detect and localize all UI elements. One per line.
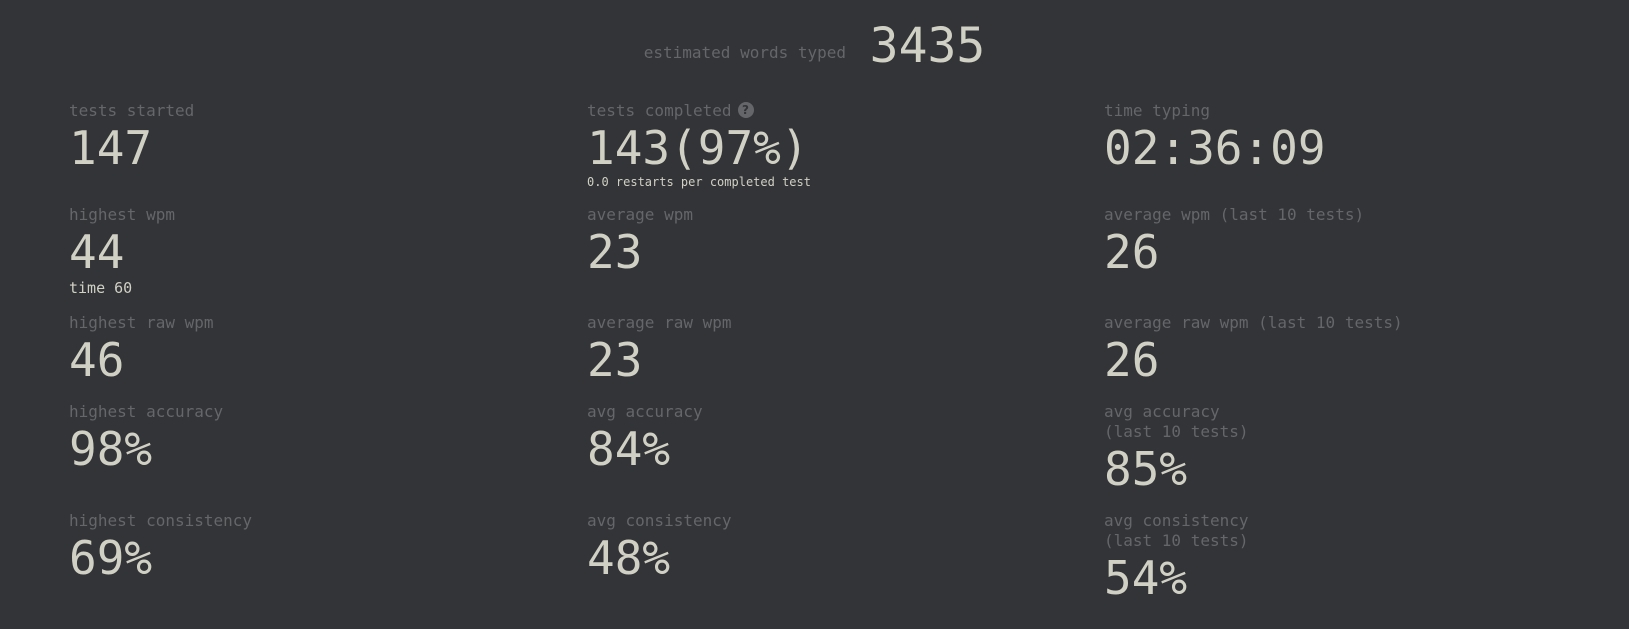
stat-avg-accuracy: avg accuracy 84% <box>587 402 703 476</box>
stat-highest-consistency: highest consistency 69% <box>69 511 252 585</box>
stat-value: 26 <box>1104 333 1160 387</box>
stat-value: 26 <box>1104 225 1160 279</box>
stat-average-raw-wpm-last-10: average raw wpm (last 10 tests) 26 <box>1104 313 1403 387</box>
stat-avg-consistency: avg consistency 48% <box>587 511 732 585</box>
stat-label: highest wpm <box>69 205 175 224</box>
estimated-words-typed-label: estimated words typed <box>643 42 847 62</box>
stat-avg-accuracy-last-10: avg accuracy (last 10 tests) 85% <box>1104 402 1249 496</box>
stat-value: 143(97%) <box>587 121 809 175</box>
stat-tests-completed: tests completed? 143(97%) 0.0 restarts p… <box>587 101 811 189</box>
stat-highest-wpm: highest wpm 44 time 60 <box>69 205 175 297</box>
stat-average-wpm-last-10: average wpm (last 10 tests) 26 <box>1104 205 1364 279</box>
stat-highest-raw-wpm: highest raw wpm 46 <box>69 313 214 387</box>
stat-label: tests started <box>69 101 195 120</box>
stat-label: time typing <box>1104 101 1210 120</box>
stat-value: 54% <box>1104 551 1188 605</box>
stat-value: 02:36:09 <box>1104 121 1326 175</box>
stat-value: 46 <box>69 333 125 387</box>
highest-wpm-mode: time 60 <box>69 279 133 297</box>
help-icon[interactable]: ? <box>737 101 754 118</box>
stat-value: 84% <box>587 422 671 476</box>
stat-label: avg accuracy <box>587 402 703 421</box>
stat-label-line-1: avg accuracy <box>1104 402 1220 421</box>
stat-label-line-1: avg consistency <box>1104 511 1249 530</box>
stat-value: 44 <box>69 225 125 279</box>
stat-time-typing: time typing 02:36:09 <box>1104 101 1326 175</box>
stat-tests-started: tests started 147 <box>69 101 194 175</box>
stat-value: 48% <box>587 531 671 585</box>
stat-highest-accuracy: highest accuracy 98% <box>69 402 223 476</box>
stat-label-line-2: (last 10 tests) <box>1104 531 1249 550</box>
stat-average-wpm: average wpm 23 <box>587 205 693 279</box>
stat-value: 23 <box>587 333 643 387</box>
stat-label: highest consistency <box>69 511 253 530</box>
stat-average-raw-wpm: average raw wpm 23 <box>587 313 732 387</box>
stat-label-text: tests completed <box>587 101 732 120</box>
stat-avg-consistency-last-10: avg consistency (last 10 tests) 54% <box>1104 511 1249 605</box>
stat-value: 69% <box>69 531 153 585</box>
stat-value: 85% <box>1104 442 1188 496</box>
stat-label: average raw wpm (last 10 tests) <box>1104 313 1403 332</box>
stat-label: average raw wpm <box>587 313 732 332</box>
estimated-words-typed-value: 3435 <box>869 18 986 74</box>
estimated-words-typed: estimated words typed 3435 <box>0 18 1629 74</box>
restarts-per-test-note: 0.0 restarts per completed test <box>587 175 811 189</box>
stat-label: tests completed? <box>587 101 811 121</box>
stat-label: highest raw wpm <box>69 313 214 332</box>
stat-value: 147 <box>69 121 153 175</box>
stat-label: average wpm (last 10 tests) <box>1104 205 1365 224</box>
stat-label: avg consistency <box>587 511 732 530</box>
stat-label: highest accuracy <box>69 402 224 421</box>
stat-label-line-2: (last 10 tests) <box>1104 422 1249 441</box>
stat-label: average wpm <box>587 205 693 224</box>
stat-value: 23 <box>587 225 643 279</box>
stat-value: 98% <box>69 422 153 476</box>
